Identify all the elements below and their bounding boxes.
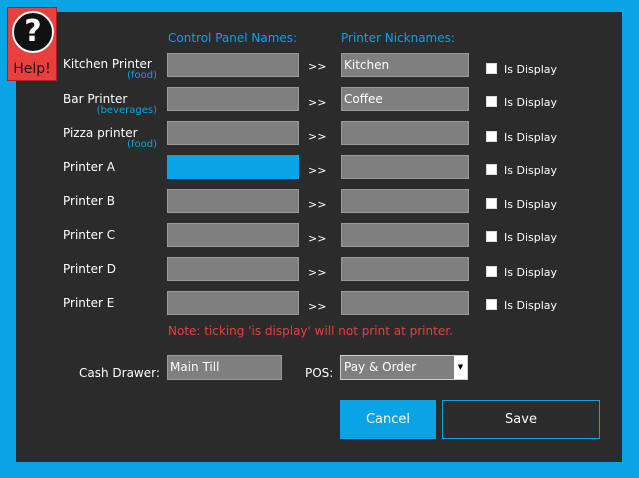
printer-sublabel-pizza: (food)	[127, 139, 157, 150]
is-display-checkbox-bar[interactable]	[486, 96, 497, 107]
help-label: Help!	[13, 61, 51, 77]
save-button[interactable]: Save	[442, 400, 600, 439]
pos-select-value: Pay & Order	[344, 360, 417, 374]
is-display-label-c: Is Display	[504, 231, 558, 244]
arrow-a: >>	[308, 164, 327, 177]
is-display-checkbox-e[interactable]	[486, 299, 497, 310]
is-display-label-kitchen: Is Display	[504, 63, 558, 76]
printer-label-a: Printer A	[63, 160, 115, 174]
help-button[interactable]: ? Help!	[7, 7, 57, 81]
printer-label-kitchen: Kitchen Printer	[63, 57, 152, 71]
is-display-label-bar: Is Display	[504, 96, 558, 109]
control-name-field-bar[interactable]	[167, 87, 299, 111]
control-name-field-e[interactable]	[167, 291, 299, 315]
arrow-b: >>	[308, 198, 327, 211]
printer-nicknames-header: Printer Nicknames:	[341, 31, 455, 45]
cash-drawer-label: Cash Drawer:	[79, 366, 160, 380]
is-display-label-e: Is Display	[504, 299, 558, 312]
is-display-note: Note: ticking 'is display' will not prin…	[168, 324, 453, 338]
printer-label-e: Printer E	[63, 296, 115, 310]
control-name-field-b[interactable]	[167, 189, 299, 213]
printer-label-b: Printer B	[63, 194, 115, 208]
pos-select[interactable]: Pay & Order ▼	[340, 355, 468, 380]
control-name-field-a[interactable]	[167, 155, 299, 179]
arrow-e: >>	[308, 300, 327, 313]
arrow-c: >>	[308, 232, 327, 245]
is-display-checkbox-b[interactable]	[486, 198, 497, 209]
printer-label-pizza: Pizza printer	[63, 126, 138, 140]
is-display-label-pizza: Is Display	[504, 131, 558, 144]
is-display-label-a: Is Display	[504, 164, 558, 177]
question-mark-icon: ?	[12, 11, 54, 53]
nickname-field-b[interactable]	[341, 189, 469, 213]
control-name-field-d[interactable]	[167, 257, 299, 281]
control-name-field-kitchen[interactable]	[167, 53, 299, 77]
printer-sublabel-bar: (beverages)	[96, 105, 157, 116]
printer-label-d: Printer D	[63, 262, 116, 276]
is-display-checkbox-a[interactable]	[486, 164, 497, 175]
control-name-field-pizza[interactable]	[167, 121, 299, 145]
is-display-label-b: Is Display	[504, 198, 558, 211]
printer-label-bar: Bar Printer	[63, 92, 128, 106]
pos-label: POS:	[305, 366, 334, 380]
nickname-field-bar[interactable]: Coffee	[341, 87, 469, 111]
nickname-field-d[interactable]	[341, 257, 469, 281]
control-name-field-c[interactable]	[167, 223, 299, 247]
nickname-field-kitchen[interactable]: Kitchen	[341, 53, 469, 77]
nickname-field-a[interactable]	[341, 155, 469, 179]
nickname-field-c[interactable]	[341, 223, 469, 247]
nickname-field-pizza[interactable]	[341, 121, 469, 145]
cancel-button[interactable]: Cancel	[340, 400, 436, 439]
arrow-pizza: >>	[308, 130, 327, 143]
control-panel-names-header: Control Panel Names:	[168, 31, 298, 45]
is-display-checkbox-c[interactable]	[486, 231, 497, 242]
is-display-checkbox-d[interactable]	[486, 266, 497, 277]
printer-label-c: Printer C	[63, 228, 116, 242]
is-display-label-d: Is Display	[504, 266, 558, 279]
arrow-bar: >>	[308, 96, 327, 109]
dropdown-arrow-icon[interactable]: ▼	[454, 356, 467, 379]
cash-drawer-field[interactable]: Main Till	[167, 355, 282, 380]
arrow-kitchen: >>	[308, 60, 327, 73]
is-display-checkbox-kitchen[interactable]	[486, 63, 497, 74]
arrow-d: >>	[308, 266, 327, 279]
is-display-checkbox-pizza[interactable]	[486, 131, 497, 142]
printer-sublabel-kitchen: (food)	[127, 70, 157, 81]
nickname-field-e[interactable]	[341, 291, 469, 315]
